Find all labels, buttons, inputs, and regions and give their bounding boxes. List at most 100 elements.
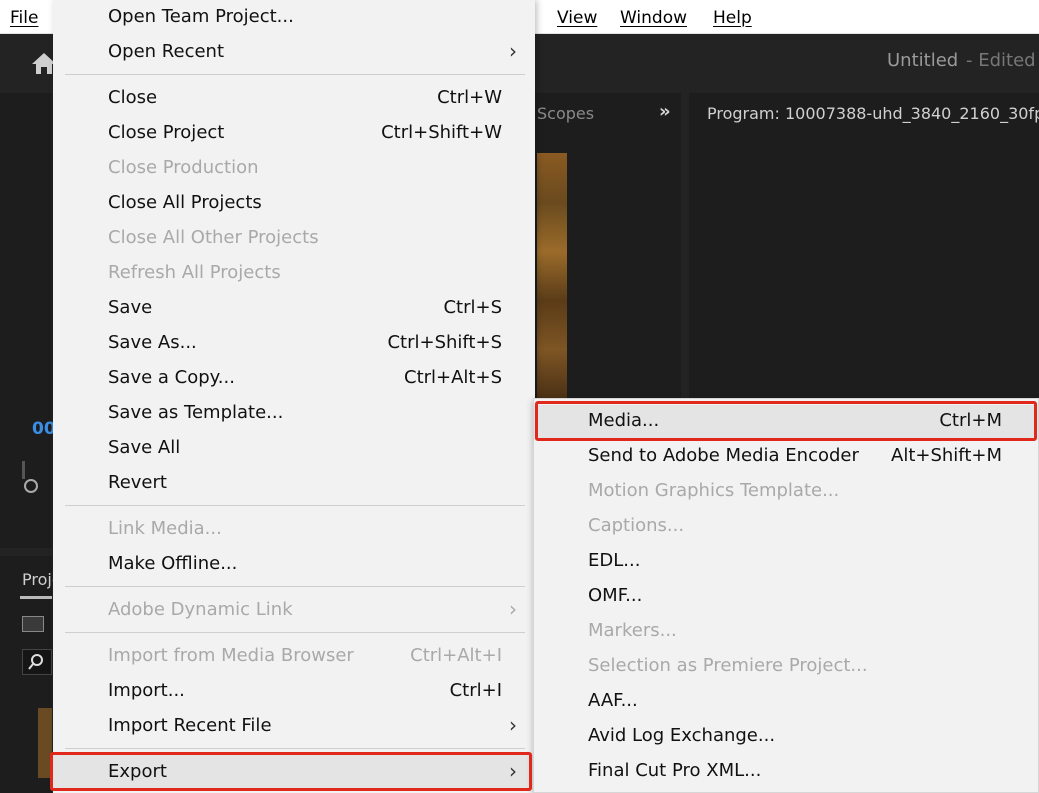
menu-item-close-all-other-projects: Close All Other Projects <box>53 221 535 256</box>
menu-item-save[interactable]: Save Ctrl+S <box>53 291 535 326</box>
menu-item-close[interactable]: Close Ctrl+W <box>53 81 535 116</box>
menu-item-label: Import... <box>108 680 185 701</box>
menu-item-import-recent-file[interactable]: Import Recent File › <box>53 709 535 744</box>
menu-item-label: Open Recent <box>108 41 225 62</box>
menu-item-label: Adobe Dynamic Link <box>108 599 293 620</box>
submenu-item-final-cut-pro-xml[interactable]: Final Cut Pro XML... <box>534 755 1038 790</box>
source-panel: 00 <box>0 93 56 548</box>
menu-item-label: Captions... <box>588 515 685 536</box>
chevron-right-icon: › <box>509 597 517 621</box>
tab-underline <box>20 596 52 599</box>
menu-item-open-recent[interactable]: Open Recent › <box>53 35 535 70</box>
menu-help[interactable]: Help <box>713 7 752 29</box>
menu-item-revert[interactable]: Revert <box>53 466 535 501</box>
menu-item-shortcut: Ctrl+I <box>449 680 502 701</box>
slider-track[interactable] <box>22 461 25 479</box>
menu-item-adobe-dynamic-link: Adobe Dynamic Link › <box>53 593 535 628</box>
menu-separator <box>65 586 525 587</box>
double-chevron-icon[interactable]: » <box>659 101 671 122</box>
submenu-item-motion-graphics-template: Motion Graphics Template... <box>534 475 1038 510</box>
video-thumbnail <box>537 153 567 399</box>
submenu-item-markers: Markers... <box>534 615 1038 650</box>
menu-item-label: Link Media... <box>108 518 222 539</box>
menu-item-label: Save <box>108 297 153 318</box>
menu-window[interactable]: Window <box>620 7 687 29</box>
search-icon <box>28 654 43 670</box>
menu-item-close-project[interactable]: Close Project Ctrl+Shift+W <box>53 116 535 151</box>
menu-item-save-all[interactable]: Save All <box>53 431 535 466</box>
menu-item-make-offline[interactable]: Make Offline... <box>53 547 535 582</box>
menu-separator <box>65 74 525 75</box>
menu-item-label: Close Project <box>108 122 225 143</box>
menu-item-label: Refresh All Projects <box>108 262 281 283</box>
menu-file[interactable]: File <box>10 7 38 29</box>
submenu-item-avid-log-exchange[interactable]: Avid Log Exchange... <box>534 720 1038 755</box>
menu-item-label: Import from Media Browser <box>108 645 354 666</box>
chevron-right-icon: › <box>509 39 517 63</box>
menu-item-label: Media... <box>588 410 660 431</box>
menu-item-label: Export <box>108 761 167 782</box>
menu-separator <box>65 505 525 506</box>
submenu-item-media[interactable]: Media... Ctrl+M <box>534 405 1038 440</box>
menu-separator <box>65 748 525 749</box>
program-monitor-panel: Program: 10007388-uhd_3840_2160_30fps <box>689 93 1039 399</box>
menu-item-label: Avid Log Exchange... <box>588 725 776 746</box>
file-menu: Open Team Project... Open Recent › Close… <box>53 0 535 793</box>
menu-item-label: Close Production <box>108 157 259 178</box>
menu-item-label: Revert <box>108 472 167 493</box>
menu-item-save-as-template[interactable]: Save as Template... <box>53 396 535 431</box>
menu-item-label: Import Recent File <box>108 715 272 736</box>
menu-item-import[interactable]: Import... Ctrl+I <box>53 674 535 709</box>
menu-item-shortcut: Ctrl+Alt+S <box>404 367 502 388</box>
menu-item-label: Close All Other Projects <box>108 227 319 248</box>
menu-item-label: Make Offline... <box>108 553 238 574</box>
menu-item-export[interactable]: Export › <box>53 755 535 790</box>
menu-view[interactable]: View <box>557 7 597 29</box>
export-submenu: Media... Ctrl+M Send to Adobe Media Enco… <box>533 398 1039 793</box>
menu-item-save-a-copy[interactable]: Save a Copy... Ctrl+Alt+S <box>53 361 535 396</box>
menu-item-shortcut: Ctrl+Shift+W <box>381 122 502 143</box>
menu-item-label: Motion Graphics Template... <box>588 480 840 501</box>
folder-icon[interactable] <box>22 616 44 632</box>
menu-item-shortcut: Ctrl+Alt+I <box>410 645 502 666</box>
menu-item-label: Save All <box>108 437 181 458</box>
menu-item-label: Save as Template... <box>108 402 284 423</box>
scopes-panel: Scopes » <box>535 93 681 399</box>
menu-item-shortcut: Ctrl+Shift+S <box>387 332 502 353</box>
clip-thumbnail <box>38 708 52 778</box>
document-title: Untitled <box>887 50 959 71</box>
submenu-item-captions: Captions... <box>534 510 1038 545</box>
submenu-item-selection-as-premiere-project: Selection as Premiere Project... <box>534 650 1038 685</box>
menu-item-label: Final Cut Pro XML... <box>588 760 762 781</box>
menu-item-label: Markers... <box>588 620 677 641</box>
menu-item-shortcut: Ctrl+M <box>939 410 1002 431</box>
menu-item-label: Open Team Project... <box>108 6 294 27</box>
menu-item-label: Save As... <box>108 332 197 353</box>
slider-knob[interactable] <box>24 479 38 493</box>
menu-item-shortcut: Alt+Shift+M <box>891 445 1002 466</box>
menu-item-close-all-projects[interactable]: Close All Projects <box>53 186 535 221</box>
menu-item-label: Close <box>108 87 158 108</box>
menu-item-label: AAF... <box>588 690 638 711</box>
menu-item-label: Selection as Premiere Project... <box>588 655 868 676</box>
menu-item-shortcut: Ctrl+W <box>437 87 502 108</box>
tab-scopes[interactable]: Scopes <box>537 104 594 123</box>
menu-item-label: EDL... <box>588 550 641 571</box>
program-monitor-title[interactable]: Program: 10007388-uhd_3840_2160_30fps <box>707 104 1039 123</box>
submenu-item-send-to-adobe-media-encoder[interactable]: Send to Adobe Media Encoder Alt+Shift+M <box>534 440 1038 475</box>
menu-item-label: Send to Adobe Media Encoder <box>588 445 859 466</box>
document-status: - Edited <box>966 50 1036 71</box>
menu-item-refresh-all-projects: Refresh All Projects <box>53 256 535 291</box>
menu-item-label: Save a Copy... <box>108 367 235 388</box>
menu-item-label: OMF... <box>588 585 643 606</box>
menu-item-import-from-media-browser: Import from Media Browser Ctrl+Alt+I <box>53 639 535 674</box>
submenu-item-aaf[interactable]: AAF... <box>534 685 1038 720</box>
menu-item-save-as[interactable]: Save As... Ctrl+Shift+S <box>53 326 535 361</box>
project-panel: Proje <box>0 556 62 793</box>
submenu-item-edl[interactable]: EDL... <box>534 545 1038 580</box>
chevron-right-icon: › <box>509 713 517 737</box>
menu-item-label: Close All Projects <box>108 192 262 213</box>
submenu-item-omf[interactable]: OMF... <box>534 580 1038 615</box>
menu-item-open-team-project[interactable]: Open Team Project... <box>53 0 535 35</box>
menu-item-close-production: Close Production <box>53 151 535 186</box>
